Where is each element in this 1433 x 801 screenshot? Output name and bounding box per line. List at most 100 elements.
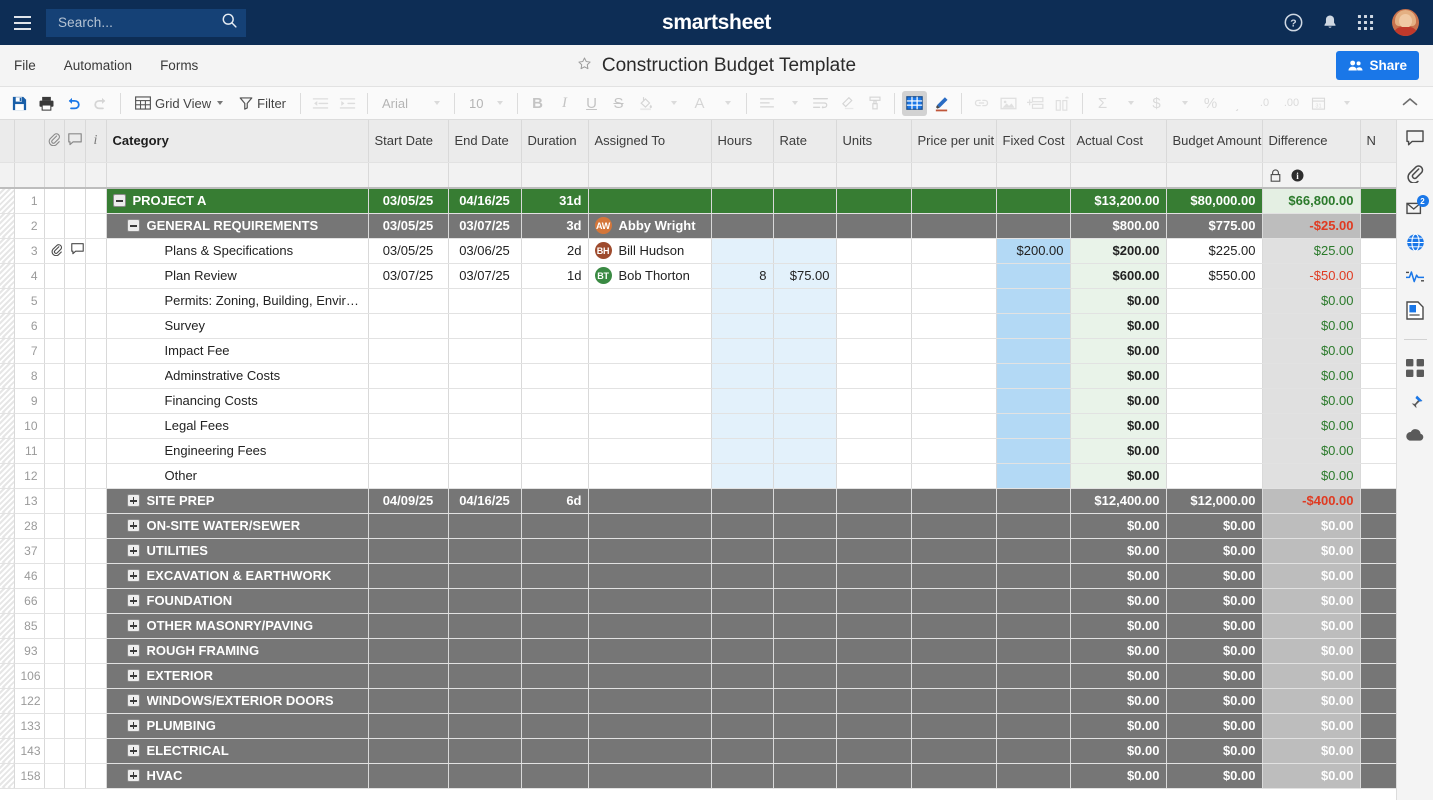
insert-image-icon[interactable]: [996, 91, 1021, 116]
wrap-text-icon[interactable]: [808, 91, 833, 116]
cell-category[interactable]: EXCAVATION & EARTHWORK: [106, 563, 368, 588]
attachments-icon[interactable]: [1407, 164, 1424, 183]
cell-category[interactable]: PLUMBING: [106, 713, 368, 738]
cell-hours[interactable]: [711, 688, 773, 713]
row-number[interactable]: 8: [14, 363, 44, 388]
cell-assigned-to[interactable]: [588, 488, 711, 513]
cell-category[interactable]: PROJECT A: [106, 188, 368, 213]
text-color-chevron[interactable]: [714, 91, 739, 116]
cell-budget-amount[interactable]: $0.00: [1166, 713, 1262, 738]
header-actual-cost[interactable]: Actual Cost: [1070, 120, 1166, 162]
cell-difference[interactable]: $0.00: [1262, 763, 1360, 788]
cell-fixed-cost[interactable]: [996, 488, 1070, 513]
cell-difference[interactable]: $0.00: [1262, 463, 1360, 488]
cell-hours[interactable]: [711, 438, 773, 463]
table-row[interactable]: 143ELECTRICAL$0.00$0.00$0.00: [0, 738, 1396, 763]
row-number[interactable]: 85: [14, 613, 44, 638]
cell-difference[interactable]: $0.00: [1262, 638, 1360, 663]
summary-icon[interactable]: [1406, 301, 1424, 320]
header-price-per-unit[interactable]: Price per unit: [911, 120, 996, 162]
cell-price-per-unit[interactable]: [911, 288, 996, 313]
cell-next-column[interactable]: [1360, 663, 1396, 688]
cell-category[interactable]: WINDOWS/EXTERIOR DOORS: [106, 688, 368, 713]
cell-units[interactable]: [836, 213, 911, 238]
row-expand-toggle[interactable]: [127, 519, 140, 532]
row-expand-toggle[interactable]: [127, 719, 140, 732]
cell-start-date[interactable]: [368, 388, 448, 413]
filter-button[interactable]: Filter: [232, 91, 293, 116]
cell-actual-cost[interactable]: $0.00: [1070, 363, 1166, 388]
cell-start-date[interactable]: [368, 288, 448, 313]
cell-fixed-cost[interactable]: $200.00: [996, 238, 1070, 263]
cell-start-date[interactable]: [368, 638, 448, 663]
cell-actual-cost[interactable]: $0.00: [1070, 463, 1166, 488]
cell-price-per-unit[interactable]: [911, 613, 996, 638]
cell-budget-amount[interactable]: $80,000.00: [1166, 188, 1262, 213]
cell-actual-cost[interactable]: $0.00: [1070, 288, 1166, 313]
row-expand-toggle[interactable]: [113, 194, 126, 207]
cell-duration[interactable]: [521, 313, 588, 338]
cell-duration[interactable]: [521, 563, 588, 588]
cell-rate[interactable]: [773, 238, 836, 263]
cell-difference[interactable]: $25.00: [1262, 238, 1360, 263]
cell-price-per-unit[interactable]: [911, 363, 996, 388]
indent-icon[interactable]: [335, 91, 360, 116]
cell-assigned-to[interactable]: [588, 713, 711, 738]
borders-icon[interactable]: [902, 91, 927, 116]
cell-rate[interactable]: [773, 213, 836, 238]
cell-next-column[interactable]: [1360, 438, 1396, 463]
cell-price-per-unit[interactable]: [911, 438, 996, 463]
underline-button[interactable]: U: [579, 91, 604, 116]
table-row[interactable]: 3Plans & Specifications03/05/2503/06/252…: [0, 238, 1396, 263]
cell-units[interactable]: [836, 388, 911, 413]
cell-end-date[interactable]: 04/16/25: [448, 188, 521, 213]
table-row[interactable]: 12Other$0.00$0.00: [0, 463, 1396, 488]
cell-rate[interactable]: [773, 313, 836, 338]
cell-rate[interactable]: $75.00: [773, 263, 836, 288]
cell-rate[interactable]: [773, 613, 836, 638]
cell-hours[interactable]: [711, 363, 773, 388]
cell-hours[interactable]: [711, 638, 773, 663]
cell-end-date[interactable]: [448, 738, 521, 763]
cell-units[interactable]: [836, 738, 911, 763]
cell-price-per-unit[interactable]: [911, 663, 996, 688]
cell-difference[interactable]: -$25.00: [1262, 213, 1360, 238]
cell-difference[interactable]: $66,800.00: [1262, 188, 1360, 213]
table-row[interactable]: 5Permits: Zoning, Building, Environmenta…: [0, 288, 1396, 313]
cell-duration[interactable]: [521, 438, 588, 463]
cell-end-date[interactable]: [448, 663, 521, 688]
cell-difference[interactable]: $0.00: [1262, 413, 1360, 438]
info-icon[interactable]: i: [85, 120, 106, 162]
cell-duration[interactable]: [521, 613, 588, 638]
cell-units[interactable]: [836, 263, 911, 288]
insert-column-icon[interactable]: [1050, 91, 1075, 116]
cell-actual-cost[interactable]: $0.00: [1070, 663, 1166, 688]
table-row[interactable]: 106EXTERIOR$0.00$0.00$0.00: [0, 663, 1396, 688]
row-number[interactable]: 106: [14, 663, 44, 688]
cell-fixed-cost[interactable]: [996, 288, 1070, 313]
font-size-select[interactable]: 10: [462, 91, 510, 116]
cell-category[interactable]: SITE PREP: [106, 488, 368, 513]
save-icon[interactable]: [7, 91, 32, 116]
cell-end-date[interactable]: 03/07/25: [448, 263, 521, 288]
cell-hours[interactable]: [711, 213, 773, 238]
cell-next-column[interactable]: [1360, 188, 1396, 213]
cell-start-date[interactable]: 04/09/25: [368, 488, 448, 513]
attachment-icon[interactable]: [44, 120, 64, 162]
cell-end-date[interactable]: [448, 463, 521, 488]
cell-difference[interactable]: $0.00: [1262, 338, 1360, 363]
cell-hours[interactable]: [711, 413, 773, 438]
cell-fixed-cost[interactable]: [996, 588, 1070, 613]
cell-assigned-to[interactable]: [588, 538, 711, 563]
row-number[interactable]: 143: [14, 738, 44, 763]
cell-price-per-unit[interactable]: [911, 413, 996, 438]
cell-fixed-cost[interactable]: [996, 388, 1070, 413]
cell-difference[interactable]: $0.00: [1262, 563, 1360, 588]
cell-end-date[interactable]: [448, 438, 521, 463]
cell-end-date[interactable]: [448, 513, 521, 538]
cell-actual-cost[interactable]: $0.00: [1070, 713, 1166, 738]
cell-next-column[interactable]: [1360, 313, 1396, 338]
cell-category[interactable]: Financing Costs: [106, 388, 368, 413]
cell-hours[interactable]: [711, 763, 773, 788]
cell-hours[interactable]: [711, 488, 773, 513]
